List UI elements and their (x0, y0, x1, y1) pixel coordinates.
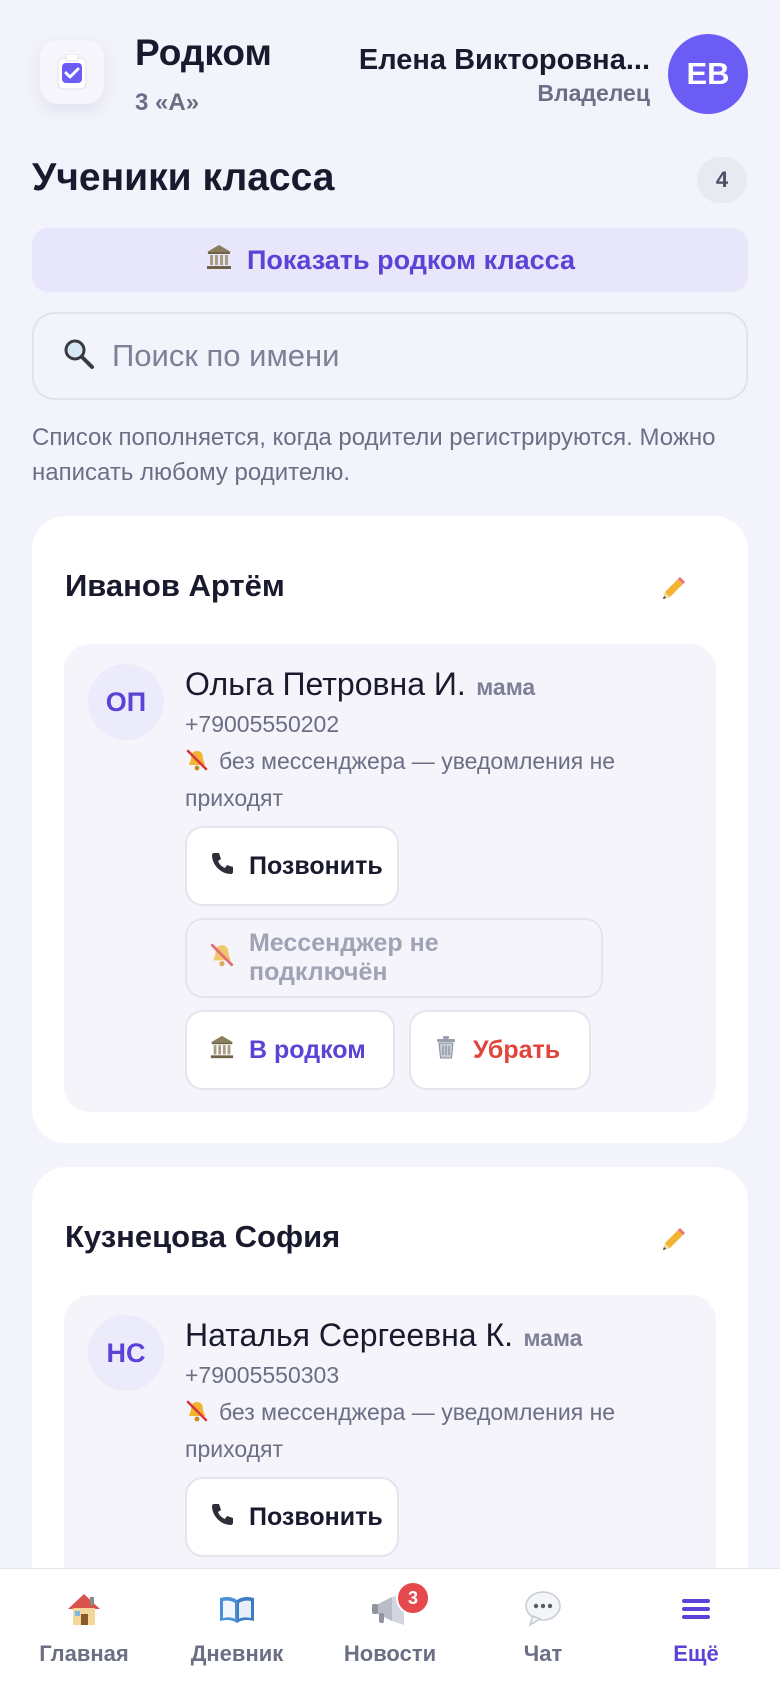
show-rodkom-button[interactable]: Показать родком класса (32, 228, 748, 292)
call-button-label: Позвонить (249, 1502, 383, 1531)
tab-label: Ещё (673, 1641, 719, 1666)
messenger-button[interactable]: Мессенджер не подключён (185, 918, 603, 998)
user-avatar[interactable]: ЕВ (668, 34, 748, 114)
student-name: Иванов Артём (65, 568, 285, 603)
menu-icon (674, 1587, 718, 1631)
phone-icon (209, 1501, 235, 1534)
messenger-status: без мессенджера — уведомления не приходя… (185, 744, 685, 815)
tab-label: Дневник (190, 1641, 284, 1666)
search-icon (62, 337, 96, 376)
phone-icon (209, 850, 235, 883)
tab-chat[interactable]: Чат (465, 1569, 621, 1688)
pencil-icon[interactable] (654, 568, 694, 608)
parent-name: Наталья Сергеевна К. (185, 1317, 514, 1353)
show-rodkom-label: Показать родком класса (246, 244, 576, 275)
tab-label: Главная (39, 1641, 129, 1666)
search-input[interactable] (112, 338, 712, 374)
hint-text: Список пополняется, когда родители регис… (32, 424, 716, 486)
clipboard-check-icon[interactable] (40, 40, 104, 104)
page-title: Ученики класса (32, 156, 335, 199)
parent-phone: +79005550303 (185, 1362, 340, 1388)
house-icon (62, 1587, 106, 1631)
remove-button[interactable]: Убрать (409, 1010, 591, 1090)
tab-more[interactable]: Ещё (618, 1569, 774, 1688)
bank-building-icon (209, 1034, 235, 1067)
trash-icon (433, 1034, 459, 1067)
messenger-status-text: без мессенджера — уведомления не приходя… (185, 1399, 616, 1462)
add-to-rodkom-button[interactable]: В родком (185, 1010, 395, 1090)
parent-avatar: ОП (88, 664, 164, 740)
book-icon (215, 1587, 259, 1631)
user-name: Елена Викторовна... (358, 44, 650, 76)
messenger-status-text: без мессенджера — уведомления не приходя… (185, 748, 616, 811)
messenger-button-label: Мессенджер не подключён (249, 929, 439, 986)
add-to-rodkom-label: В родком (249, 1035, 366, 1064)
pencil-icon[interactable] (654, 1219, 694, 1259)
parent-entry: ОП Ольга Петровна И. мама +79005550202 б… (64, 644, 716, 1112)
muted-bell-icon (209, 942, 235, 975)
tab-news[interactable]: 3 Новости (312, 1569, 468, 1688)
students-count-badge: 4 (697, 157, 747, 203)
user-role: Владелец (537, 80, 650, 106)
news-count-badge: 3 (396, 1581, 430, 1615)
tab-home[interactable]: Главная (6, 1569, 162, 1688)
parent-name: Ольга Петровна И. (185, 666, 466, 702)
tab-label: Новости (343, 1641, 437, 1666)
call-button[interactable]: Позвонить (185, 826, 399, 906)
parent-relation: мама (523, 1325, 583, 1351)
app-title: Родком (135, 32, 272, 73)
tab-diary[interactable]: Дневник (159, 1569, 315, 1688)
bottom-tab-bar: Главная Дневник 3 Новости Чат Ещё (0, 1568, 780, 1688)
student-card: Иванов Артём ОП Ольга Петровна И. мама +… (32, 516, 748, 1143)
search-bar (32, 312, 748, 400)
bank-building-icon (205, 243, 233, 278)
class-name: 3 «А» (135, 89, 200, 116)
parent-avatar: НС (88, 1315, 164, 1391)
call-button[interactable]: Позвонить (185, 1477, 399, 1557)
muted-bell-icon (185, 1398, 211, 1432)
student-name: Кузнецова София (65, 1219, 341, 1254)
tab-label: Чат (523, 1641, 563, 1666)
messenger-status: без мессенджера — уведомления не приходя… (185, 1395, 685, 1466)
megaphone-icon: 3 (368, 1581, 430, 1631)
parent-relation: мама (476, 674, 536, 700)
app-header: Родком 3 «А» Елена Викторовна... Владеле… (0, 0, 780, 145)
speech-bubble-icon (521, 1587, 565, 1631)
remove-button-label: Убрать (473, 1035, 561, 1064)
call-button-label: Позвонить (249, 851, 383, 880)
muted-bell-icon (185, 747, 211, 781)
parent-phone: +79005550202 (185, 711, 340, 737)
